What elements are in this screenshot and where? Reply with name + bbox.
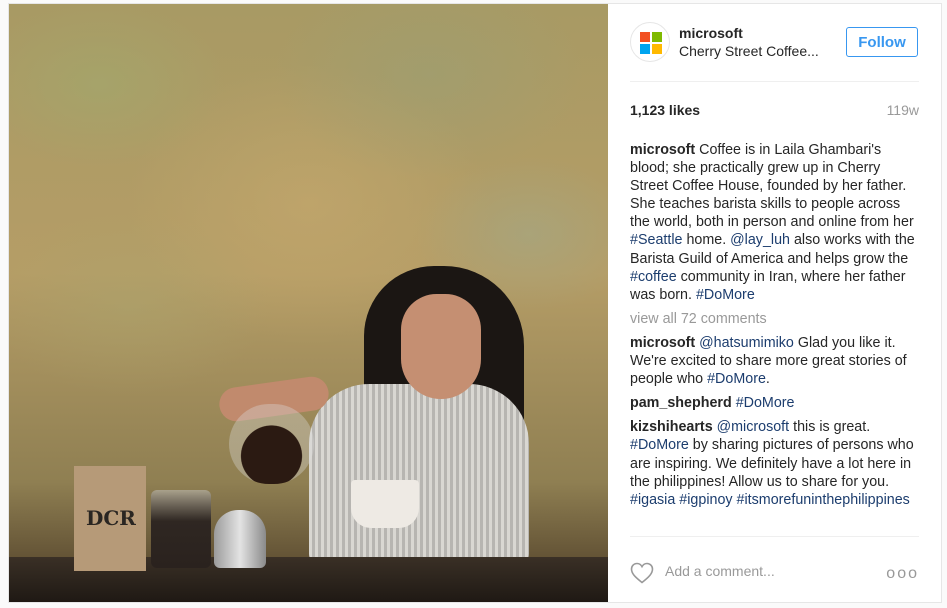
comments-list: microsoft Coffee is in Laila Ghambari's … <box>630 141 921 515</box>
hashtag-link[interactable]: #Seattle <box>630 232 682 248</box>
hashtag-link[interactable]: #coffee <box>630 269 677 285</box>
view-all-comments-link[interactable]: view all 72 comments <box>630 310 921 328</box>
comment-username[interactable]: kizshihearts <box>630 419 713 435</box>
hashtag-link[interactable]: #DoMore <box>696 287 755 303</box>
post-age[interactable]: 119w <box>887 102 919 118</box>
photo-bag-label: DCR <box>86 506 136 530</box>
hashtag-link[interactable]: #igasia <box>630 492 675 508</box>
comment-footer: ooo <box>630 536 919 602</box>
logo-yellow <box>652 44 662 54</box>
comment-username[interactable]: pam_shepherd <box>630 395 732 411</box>
caption-text: home. <box>682 232 731 249</box>
comment: microsoft @hatsumimiko Glad you like it.… <box>630 334 921 388</box>
logo-blue <box>640 44 650 54</box>
comment-text: this is great. <box>789 419 871 436</box>
username[interactable]: microsoft <box>679 25 743 41</box>
hashtag-link[interactable]: #DoMore <box>630 437 689 453</box>
more-options-icon[interactable]: ooo <box>886 566 919 582</box>
hashtag-link[interactable]: #DoMore <box>736 395 795 411</box>
photo-woman-shirt <box>309 384 529 564</box>
add-comment-input[interactable] <box>665 561 865 581</box>
comment: kizshihearts @microsoft this is great. #… <box>630 418 921 508</box>
caption: microsoft Coffee is in Laila Ghambari's … <box>630 141 921 304</box>
comment-text: . <box>765 371 770 388</box>
location-link[interactable]: Cherry Street Coffee... <box>679 43 819 59</box>
follow-button[interactable]: Follow <box>846 27 918 57</box>
photo-carafe <box>229 404 314 484</box>
caption-username[interactable]: microsoft <box>630 142 695 158</box>
mention-link[interactable]: @lay_luh <box>730 232 790 248</box>
likes-count[interactable]: 1,123 likes <box>630 102 700 118</box>
post-photo[interactable]: DCR <box>9 4 608 602</box>
microsoft-logo-icon <box>640 32 662 54</box>
comment: pam_shepherd #DoMore <box>630 394 921 412</box>
avatar[interactable] <box>630 22 670 62</box>
photo-coffee-bag: DCR <box>74 466 146 571</box>
post-sidebar: microsoft Cherry Street Coffee... Follow… <box>608 4 941 602</box>
logo-green <box>652 32 662 42</box>
heart-icon[interactable] <box>630 562 654 584</box>
hashtag-link[interactable]: #DoMore <box>707 371 766 387</box>
photo-kettle <box>214 510 266 568</box>
comment-username[interactable]: microsoft <box>630 335 695 351</box>
mention-link[interactable]: @hatsumimiko <box>699 335 794 351</box>
logo-red <box>640 32 650 42</box>
mention-link[interactable]: @microsoft <box>717 419 790 435</box>
hashtag-link[interactable]: #itsmorefuninthephilippines <box>737 492 910 508</box>
photo-mug <box>351 480 419 528</box>
post-header: microsoft Cherry Street Coffee... Follow <box>630 4 919 82</box>
photo-jar <box>151 490 211 568</box>
instagram-post: DCR microsoft Cherry Street Coffee... Fo… <box>8 3 942 603</box>
photo-woman-face <box>401 294 481 399</box>
hashtag-link[interactable]: #igpinoy <box>679 492 732 508</box>
